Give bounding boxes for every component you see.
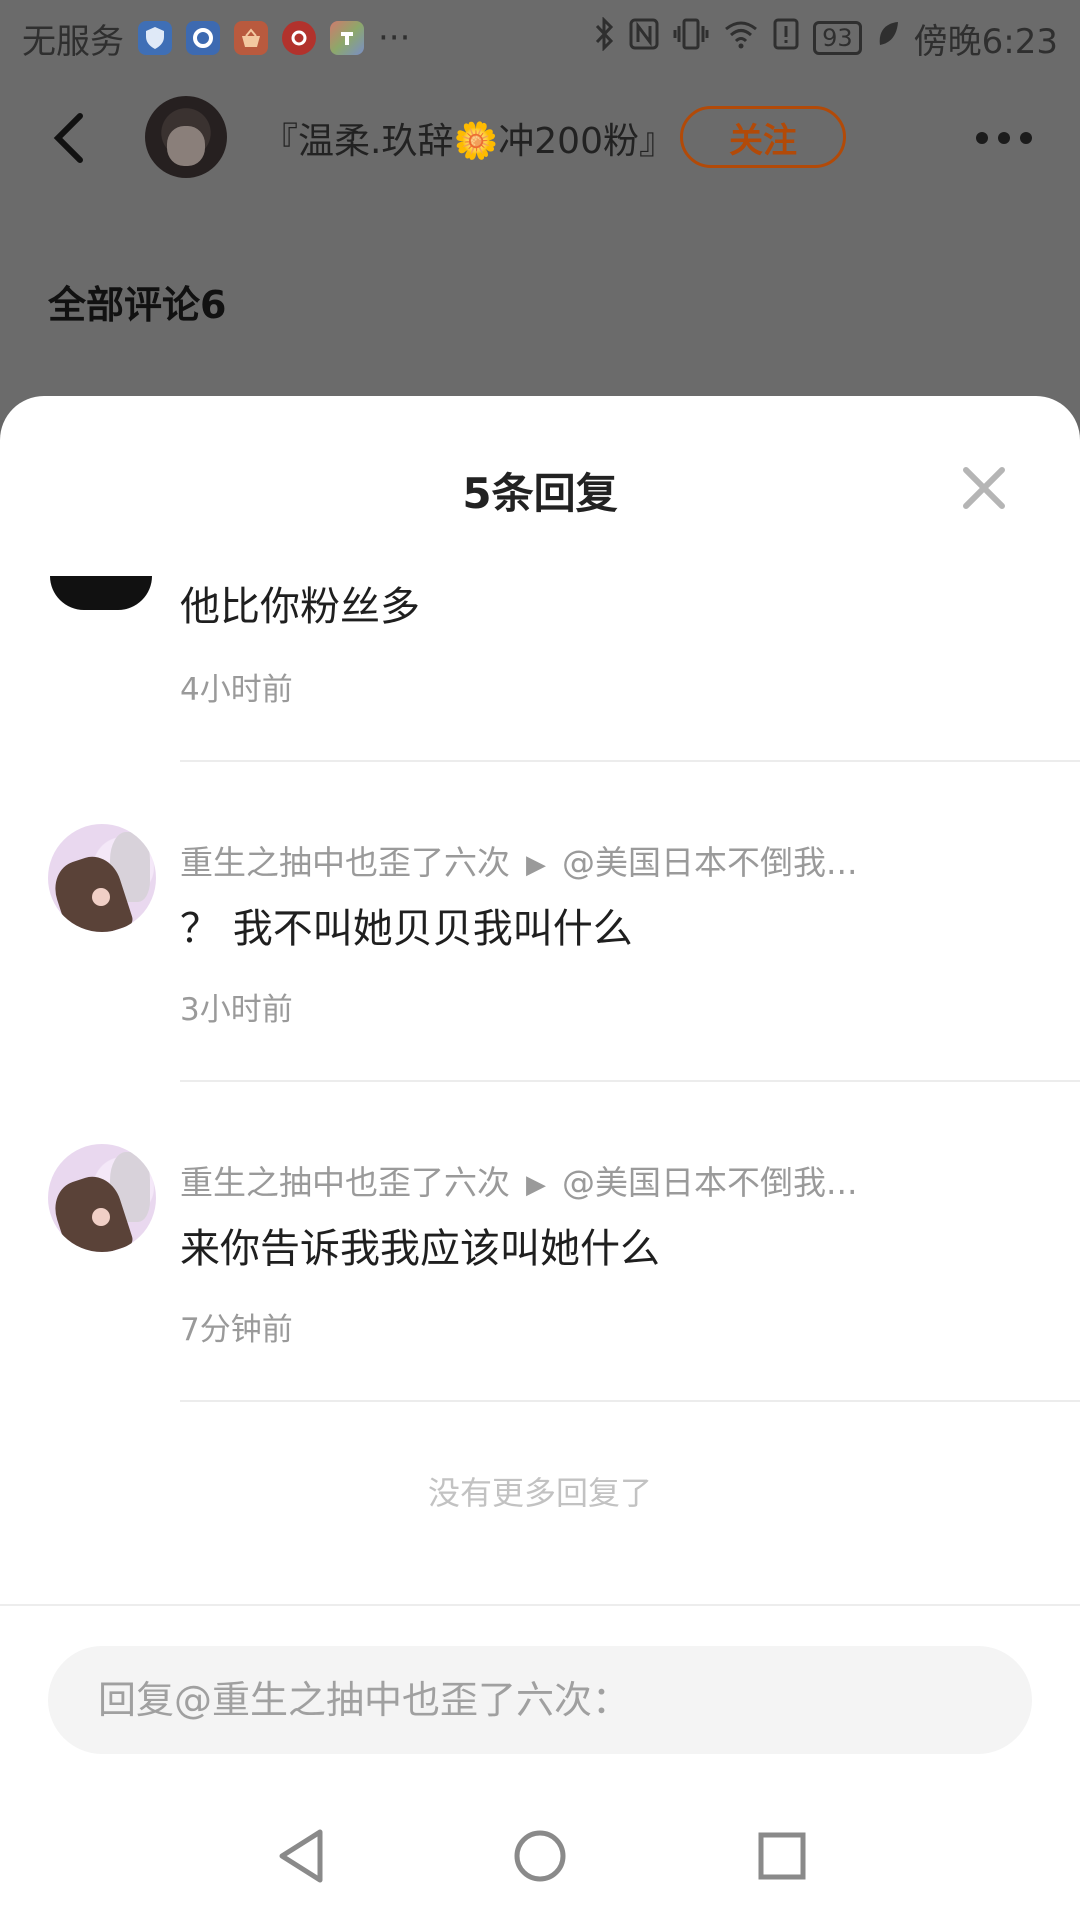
- battery-level: 93: [813, 21, 862, 55]
- more-notifications-indicator: ···: [378, 18, 411, 58]
- more-dots-icon: [976, 132, 988, 144]
- square-recents-icon: [758, 1832, 806, 1880]
- system-nav-bar: [0, 1826, 1080, 1920]
- input-divider: [0, 1604, 1080, 1606]
- reply-target[interactable]: @美国日本不倒我...: [562, 843, 857, 882]
- reply-avatar[interactable]: [48, 1144, 156, 1252]
- carrier-text: 无服务: [22, 21, 124, 62]
- back-arrow-icon: [53, 113, 83, 163]
- reply-target[interactable]: @美国日本不倒我...: [562, 1163, 857, 1202]
- follow-button[interactable]: 关注: [680, 106, 846, 168]
- reply-meta: 重生之抽中也歪了六次 ▶ @美国日本不倒我...: [180, 836, 857, 884]
- no-more-replies: 没有更多回复了: [427, 1474, 652, 1512]
- background-page: 无服务 ··· 93 傍晚6:23 『温柔.玖辞🌼冲200粉』 关注 全部评论6: [0, 0, 1080, 420]
- back-button[interactable]: [50, 110, 90, 166]
- more-options-button[interactable]: [976, 126, 1040, 150]
- sheet-title: 5条回复: [462, 469, 618, 518]
- reply-meta: 重生之抽中也歪了六次 ▶ @美国日本不倒我...: [180, 1156, 857, 1204]
- circle-app-icon: [186, 21, 220, 55]
- reply-time: 4小时前: [180, 672, 293, 708]
- reply-time: 3小时前: [180, 992, 293, 1028]
- reply-arrow-icon: ▶: [526, 849, 546, 880]
- post-header: 『温柔.玖辞🌼冲200粉』 关注: [0, 96, 1080, 180]
- bluetooth-icon: [593, 15, 615, 60]
- divider: [180, 1080, 1080, 1082]
- reply-arrow-icon: ▶: [526, 1169, 546, 1200]
- divider: [180, 760, 1080, 762]
- reply-input[interactable]: [48, 1646, 1032, 1754]
- reply-text: ？ 我不叫她贝贝我叫什么: [180, 906, 633, 952]
- close-icon: [963, 467, 1005, 509]
- status-bar: 无服务 ··· 93 傍晚6:23: [0, 0, 1080, 76]
- author-name[interactable]: 『温柔.玖辞🌼冲200粉』: [262, 112, 675, 164]
- author-avatar[interactable]: [145, 96, 227, 178]
- close-button[interactable]: [960, 464, 1008, 512]
- reply-avatar[interactable]: [48, 824, 156, 932]
- reply-author[interactable]: 重生之抽中也歪了六次: [180, 1163, 510, 1202]
- reply-author[interactable]: 重生之抽中也歪了六次: [180, 843, 510, 882]
- nav-recents-button[interactable]: [752, 1826, 812, 1886]
- circle-home-icon: [514, 1830, 566, 1882]
- reply-time: 7分钟前: [180, 1312, 293, 1348]
- store-app-icon: [330, 21, 364, 55]
- nfc-icon: [629, 18, 659, 59]
- section-title: 全部评论6: [48, 283, 227, 327]
- divider: [180, 1400, 1080, 1402]
- alert-icon: [773, 18, 799, 59]
- wifi-icon: [723, 18, 759, 58]
- triangle-back-icon: [279, 1829, 323, 1883]
- reply-text: 来你告诉我我应该叫她什么: [180, 1226, 660, 1272]
- reply-text: 他比你粉丝多: [180, 584, 420, 630]
- replies-sheet: 5条回复 他比你粉丝多 4小时前 重生之抽中也歪了六次 ▶ @美国日本不倒我... …: [0, 396, 1080, 1920]
- nav-back-button[interactable]: [272, 1826, 332, 1886]
- basket-app-icon: [234, 21, 268, 55]
- shield-app-icon: [138, 21, 172, 55]
- leaf-icon: [876, 18, 900, 58]
- nav-home-button[interactable]: [510, 1826, 570, 1886]
- vibrate-icon: [673, 17, 709, 60]
- music-app-icon: [282, 21, 316, 55]
- clock-time: 傍晚6:23: [913, 21, 1058, 62]
- reply-avatar-partial[interactable]: [50, 576, 152, 610]
